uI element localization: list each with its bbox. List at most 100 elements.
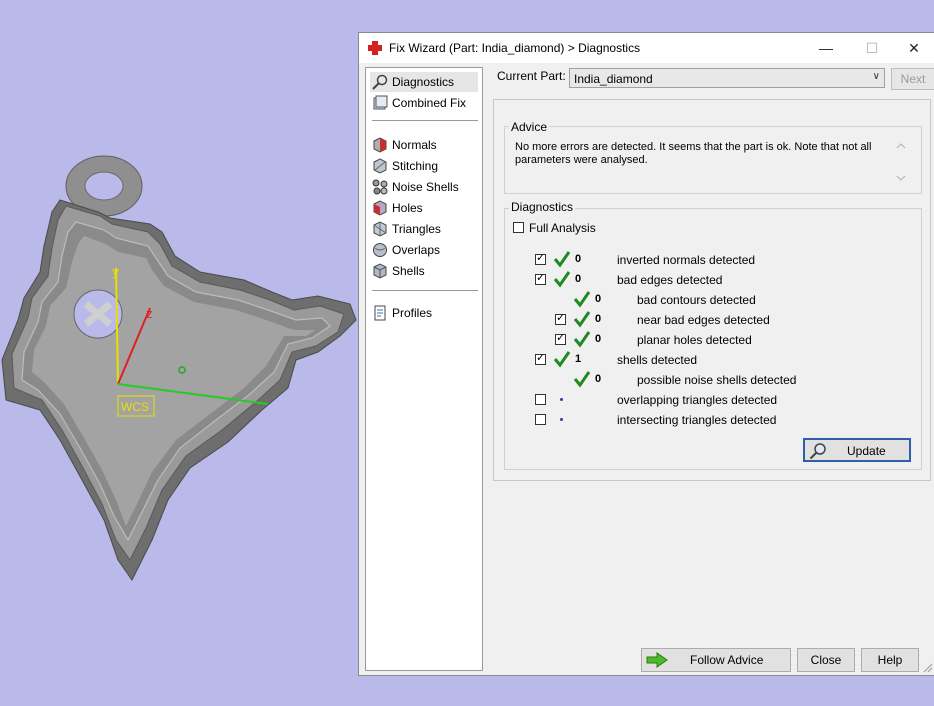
stitching-icon [373,158,387,174]
nav-item-triangles[interactable]: Triangles [370,219,478,239]
nav-label: Combined Fix [392,96,467,110]
diagnostic-row: ✓ 0 near bad edges detected [359,310,919,330]
row-checkbox[interactable]: ✓ [555,312,566,325]
diagnostic-row: ✓ 1 shells detected [359,350,919,370]
row-count: 0 [575,273,582,285]
row-count: 0 [595,373,602,385]
help-button[interactable]: Help [861,648,919,672]
nav-item-stitching[interactable]: Stitching [370,156,478,176]
follow-advice-label: Follow Advice [690,653,764,667]
row-label: shells detected [617,353,698,367]
resize-grip-icon[interactable] [923,663,933,673]
green-check-icon [573,331,591,348]
update-label: Update [847,444,886,458]
full-analysis-checkbox[interactable] [513,222,524,233]
green-check-icon [573,371,591,388]
checkmark-icon: ✓ [536,352,546,364]
triangles-icon [373,221,387,237]
diagnostic-row: overlapping triangles detected [359,390,919,410]
row-label: planar holes detected [637,333,752,347]
full-analysis-label: Full Analysis [529,221,596,235]
checkmark-icon: ✓ [536,272,546,284]
advice-scrollbar[interactable] [893,139,909,185]
row-checkbox[interactable]: ✓ [535,352,546,365]
red-cross-icon [368,41,382,55]
close-window-button[interactable]: ✕ [891,33,934,63]
diagnostic-row: 0 bad contours detected [359,290,919,310]
close-button[interactable]: Close [797,648,855,672]
row-checkbox[interactable]: ✓ [535,252,546,265]
nav-item-normals[interactable]: Normals [370,135,478,155]
nav-label: Diagnostics [392,75,455,89]
row-checkbox[interactable] [535,414,546,425]
row-checkbox[interactable] [535,394,546,405]
advice-text-box: No more errors are detected. It seems th… [503,137,911,187]
diagnostic-row: ✓ 0 bad edges detected [359,270,919,290]
diagnostic-row: intersecting triangles detected [359,410,919,430]
nav-item-holes[interactable]: Holes [370,198,478,218]
green-check-icon [573,291,591,308]
diagnostic-row: ✓ 0 planar holes detected [359,330,919,350]
title-bar[interactable]: Fix Wizard (Part: India_diamond) > Diagn… [359,33,934,63]
maximize-button[interactable]: ☐ [849,33,895,63]
nav-label: Noise Shells [392,180,459,194]
nav-item-combined-fix[interactable]: Combined Fix [370,93,478,113]
nav-divider [372,120,478,121]
z-axis-label: z [146,307,152,321]
row-label: possible noise shells detected [637,373,797,387]
green-check-icon [553,251,571,268]
magnifier-icon [372,74,388,90]
wcs-label: WCS [121,400,149,414]
holes-icon [373,200,387,216]
y-axis-label: y [112,265,119,279]
nav-label: Holes [392,201,423,215]
green-arrow-right-icon [646,652,668,668]
nav-item-diagnostics[interactable]: Diagnostics [370,72,478,92]
current-part-label: Current Part: [497,69,566,83]
row-count: 1 [575,353,582,365]
checkmark-icon: ✓ [556,312,566,324]
row-checkbox[interactable]: ✓ [555,332,566,345]
row-count: 0 [575,253,582,265]
window-title: Fix Wizard (Part: India_diamond) > Diagn… [389,41,641,55]
diagnostic-row: ✓ 0 inverted normals detected [359,250,919,270]
chevron-down-icon: ∨ [872,71,880,82]
combined-fix-icon [373,95,388,110]
row-label: bad contours detected [637,293,756,307]
nav-label: Normals [392,138,437,152]
diagnostic-row: 0 possible noise shells detected [359,370,919,390]
nav-item-noise-shells[interactable]: Noise Shells [370,177,478,197]
row-checkbox[interactable]: ✓ [535,272,546,285]
magnifier-icon [809,443,826,460]
current-part-value: India_diamond [574,72,653,86]
current-part-dropdown[interactable]: India_diamond ∨ [569,68,885,88]
green-check-icon [553,271,571,288]
row-label: near bad edges detected [637,313,770,327]
advice-group-title: Advice [509,120,550,134]
normals-icon [373,137,387,153]
3d-viewport[interactable]: y z WCS [0,0,358,706]
row-label: intersecting triangles detected [617,413,777,427]
not-analysed-dot-icon [560,418,563,421]
green-check-icon [553,351,571,368]
row-label: bad edges detected [617,273,723,287]
not-analysed-dot-icon [560,398,563,401]
row-count: 0 [595,313,602,325]
next-button[interactable]: Next [891,68,934,90]
update-button[interactable]: Update [803,438,911,462]
advice-text: No more errors are detected. It seems th… [515,141,872,166]
row-count: 0 [595,293,602,305]
row-label: inverted normals detected [617,253,756,267]
fix-wizard-dialog: Fix Wizard (Part: India_diamond) > Diagn… [358,32,934,676]
minimize-button[interactable]: — [803,33,849,63]
green-check-icon [573,311,591,328]
nav-label: Stitching [392,159,439,173]
checkmark-icon: ✓ [556,332,566,344]
follow-advice-button[interactable]: Follow Advice [641,648,791,672]
diagnostics-group-title: Diagnostics [509,200,576,214]
checkmark-icon: ✓ [536,252,546,264]
nav-label: Triangles [392,222,441,236]
noise-shells-icon [372,179,388,195]
row-count: 0 [595,333,602,345]
row-label: overlapping triangles detected [617,393,778,407]
